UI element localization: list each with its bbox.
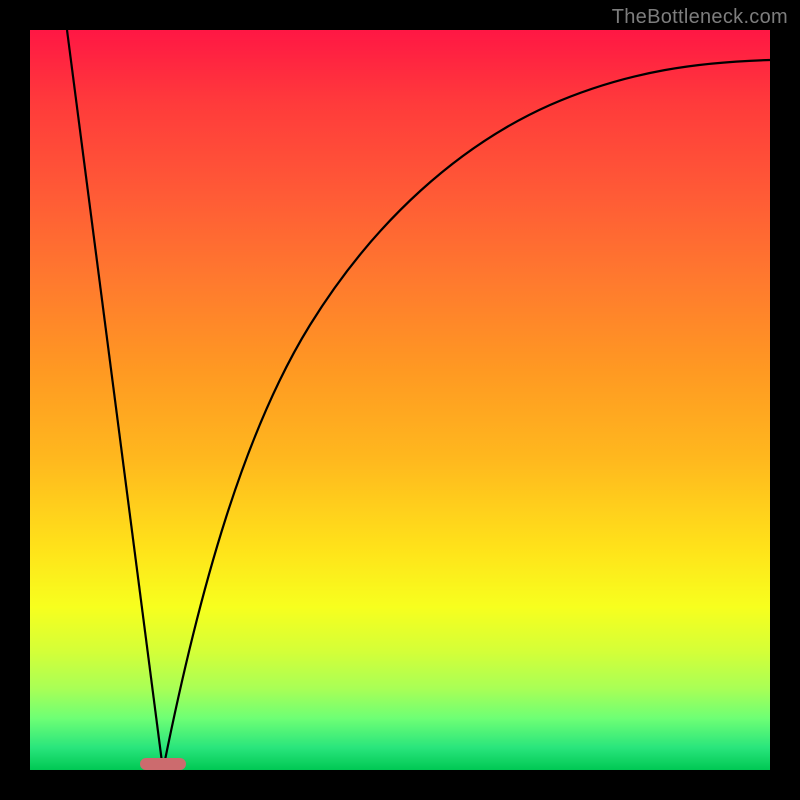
curve-svg	[30, 30, 770, 770]
plot-area	[30, 30, 770, 770]
curve-left-branch	[67, 30, 163, 770]
watermark-text: TheBottleneck.com	[612, 6, 788, 29]
baseline-marker	[140, 758, 186, 770]
chart-frame: TheBottleneck.com	[0, 0, 800, 800]
curve-right-branch	[163, 60, 770, 770]
